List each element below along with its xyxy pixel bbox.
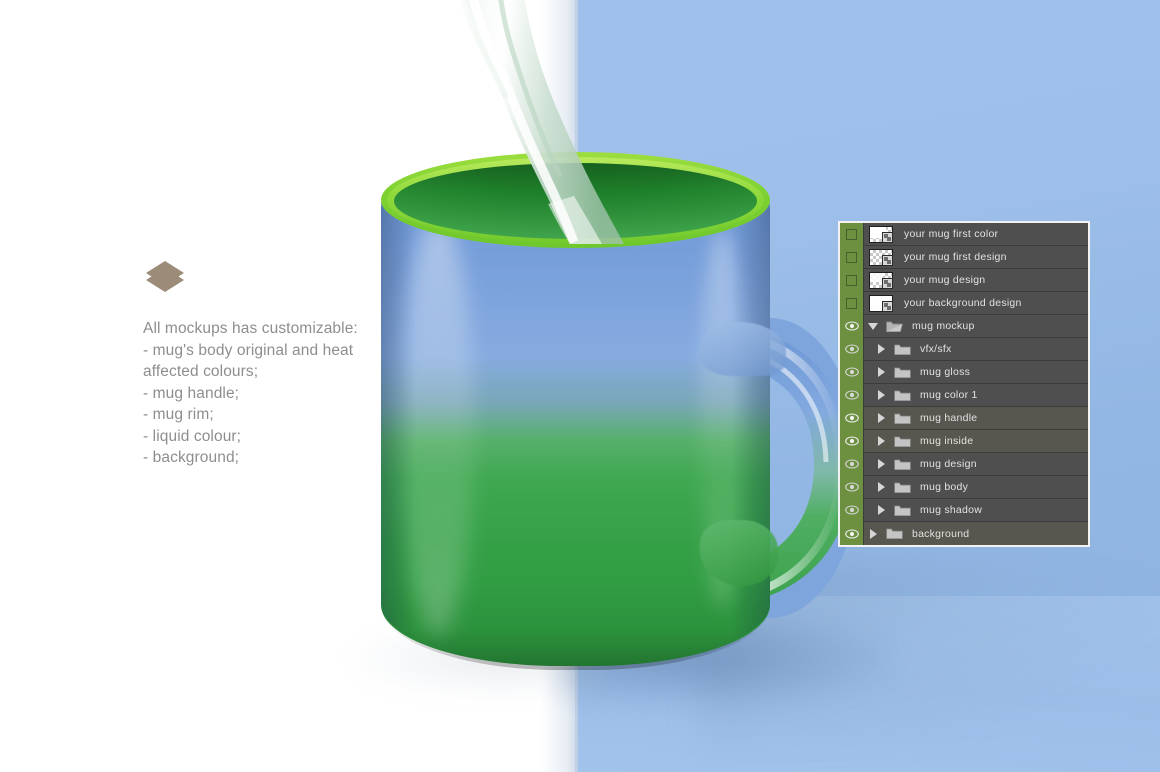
layer-row-mug-gloss[interactable]: mug gloss xyxy=(840,360,1088,384)
background-split-seam xyxy=(540,0,578,772)
layer-visibility-eye-icon[interactable] xyxy=(840,360,864,384)
layer-row-mug-color-1[interactable]: mug color 1 xyxy=(840,383,1088,407)
layer-name: mug shadow xyxy=(920,504,983,516)
folder-icon xyxy=(890,435,914,448)
layer-visibility-eye-icon[interactable] xyxy=(840,406,864,430)
group-expand-arrow-icon[interactable] xyxy=(872,505,890,515)
layer-thumbnail[interactable] xyxy=(864,294,898,312)
layer-visibility-eye-icon[interactable] xyxy=(840,383,864,407)
folder-icon xyxy=(890,389,914,402)
layer-visibility-eye-icon[interactable] xyxy=(840,498,864,522)
layer-name: mug inside xyxy=(920,435,974,447)
layer-name: mug handle xyxy=(920,412,978,424)
group-expand-arrow-icon[interactable] xyxy=(864,528,882,539)
layer-row-mug-design[interactable]: mug design xyxy=(840,452,1088,476)
layer-thumbnail[interactable] xyxy=(864,225,898,243)
group-collapse-arrow-icon[interactable] xyxy=(864,322,882,330)
layer-visibility-checkbox[interactable] xyxy=(840,245,864,269)
layer-name: mug body xyxy=(920,481,969,493)
layer-visibility-checkbox[interactable] xyxy=(840,222,864,246)
folder-icon xyxy=(890,504,914,517)
layer-name: your mug first design xyxy=(904,251,1007,263)
layer-visibility-eye-icon[interactable] xyxy=(840,522,864,545)
group-expand-arrow-icon[interactable] xyxy=(872,459,890,469)
group-expand-arrow-icon[interactable] xyxy=(872,436,890,446)
layer-row-mug-body[interactable]: mug body xyxy=(840,475,1088,499)
layer-visibility-eye-icon[interactable] xyxy=(840,314,864,338)
layer-row-background[interactable]: background xyxy=(840,522,1088,545)
layer-visibility-eye-icon[interactable] xyxy=(840,475,864,499)
layer-row-mug-handle[interactable]: mug handle xyxy=(840,406,1088,430)
layer-row-your-background-design[interactable]: your background design xyxy=(840,291,1088,315)
layer-row-mug-shadow[interactable]: mug shadow xyxy=(840,498,1088,522)
group-expand-arrow-icon[interactable] xyxy=(872,413,890,423)
layer-visibility-eye-icon[interactable] xyxy=(840,337,864,361)
layer-row-vfx-sfx[interactable]: vfx/sfx xyxy=(840,337,1088,361)
layer-visibility-checkbox[interactable] xyxy=(840,268,864,292)
layer-name: background xyxy=(912,527,970,540)
layer-visibility-eye-icon[interactable] xyxy=(840,452,864,476)
group-expand-arrow-icon[interactable] xyxy=(872,367,890,377)
layer-name: your mug design xyxy=(904,274,986,286)
folder-open-icon xyxy=(882,320,906,333)
layer-visibility-eye-icon[interactable] xyxy=(840,429,864,453)
group-expand-arrow-icon[interactable] xyxy=(872,344,890,354)
layer-name: your background design xyxy=(904,297,1022,309)
info-block: All mockups has customizable: - mug's bo… xyxy=(143,258,433,469)
folder-icon xyxy=(882,527,906,540)
blue-corner-shading xyxy=(700,560,1160,740)
layer-name: mug color 1 xyxy=(920,389,978,401)
layer-visibility-checkbox[interactable] xyxy=(840,291,864,315)
folder-icon xyxy=(890,343,914,356)
layer-name: mug mockup xyxy=(912,320,975,332)
folder-icon xyxy=(890,412,914,425)
layer-row-your-mug-design[interactable]: your mug design xyxy=(840,268,1088,292)
mockup-preview-stage: All mockups has customizable: - mug's bo… xyxy=(0,0,1160,772)
layer-name: mug gloss xyxy=(920,366,971,378)
group-expand-arrow-icon[interactable] xyxy=(872,390,890,400)
layer-row-your-mug-first-color[interactable]: your mug first color xyxy=(840,222,1088,246)
layers-stack-icon xyxy=(143,258,187,302)
layer-row-mug-mockup[interactable]: mug mockup xyxy=(840,314,1088,338)
layer-thumbnail[interactable] xyxy=(864,271,898,289)
folder-icon xyxy=(890,366,914,379)
folder-icon xyxy=(890,481,914,494)
group-expand-arrow-icon[interactable] xyxy=(872,482,890,492)
info-text: All mockups has customizable: - mug's bo… xyxy=(143,320,358,466)
layers-panel[interactable]: your mug first color your mug first desi… xyxy=(838,221,1090,547)
layer-row-mug-inside[interactable]: mug inside xyxy=(840,429,1088,453)
folder-icon xyxy=(890,458,914,471)
layer-name: vfx/sfx xyxy=(920,343,952,355)
layer-row-your-mug-first-design[interactable]: your mug first design xyxy=(840,245,1088,269)
layer-thumbnail[interactable] xyxy=(864,248,898,266)
layer-name: mug design xyxy=(920,458,977,470)
layer-name: your mug first color xyxy=(904,228,999,240)
